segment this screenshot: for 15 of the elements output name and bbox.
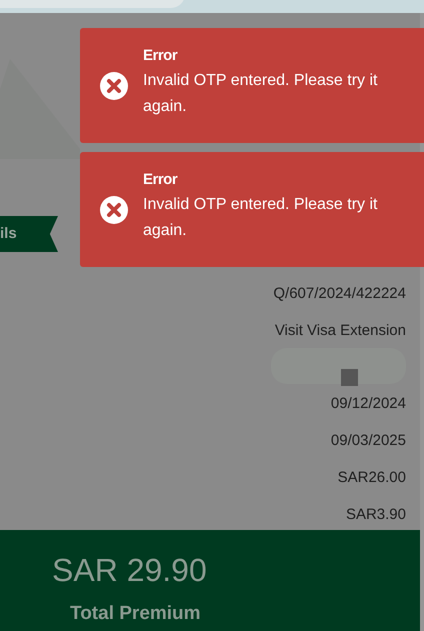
toast-message: Invalid OTP entered. Please try it again. bbox=[143, 195, 378, 241]
toast-title: Error bbox=[143, 47, 178, 64]
detail-value: Visit Visa Extension bbox=[274, 321, 406, 341]
total-amount: SAR 29.90 bbox=[52, 552, 208, 589]
detail-value: 09/03/2025 bbox=[330, 431, 406, 451]
detail-value: SAR3.90 bbox=[346, 505, 406, 525]
toast-title: Error bbox=[143, 171, 178, 188]
total-label: Total Premium bbox=[69, 603, 202, 625]
section-ribbon: ils bbox=[0, 216, 58, 252]
detail-value: SAR26.00 bbox=[338, 468, 406, 488]
error-icon bbox=[99, 194, 129, 224]
detail-value: 09/12/2024 bbox=[330, 394, 406, 414]
detail-value: Q/607/2024/422224 bbox=[273, 284, 406, 304]
toast-message: Invalid OTP entered. Please try it again. bbox=[143, 71, 378, 117]
error-icon bbox=[99, 70, 129, 100]
